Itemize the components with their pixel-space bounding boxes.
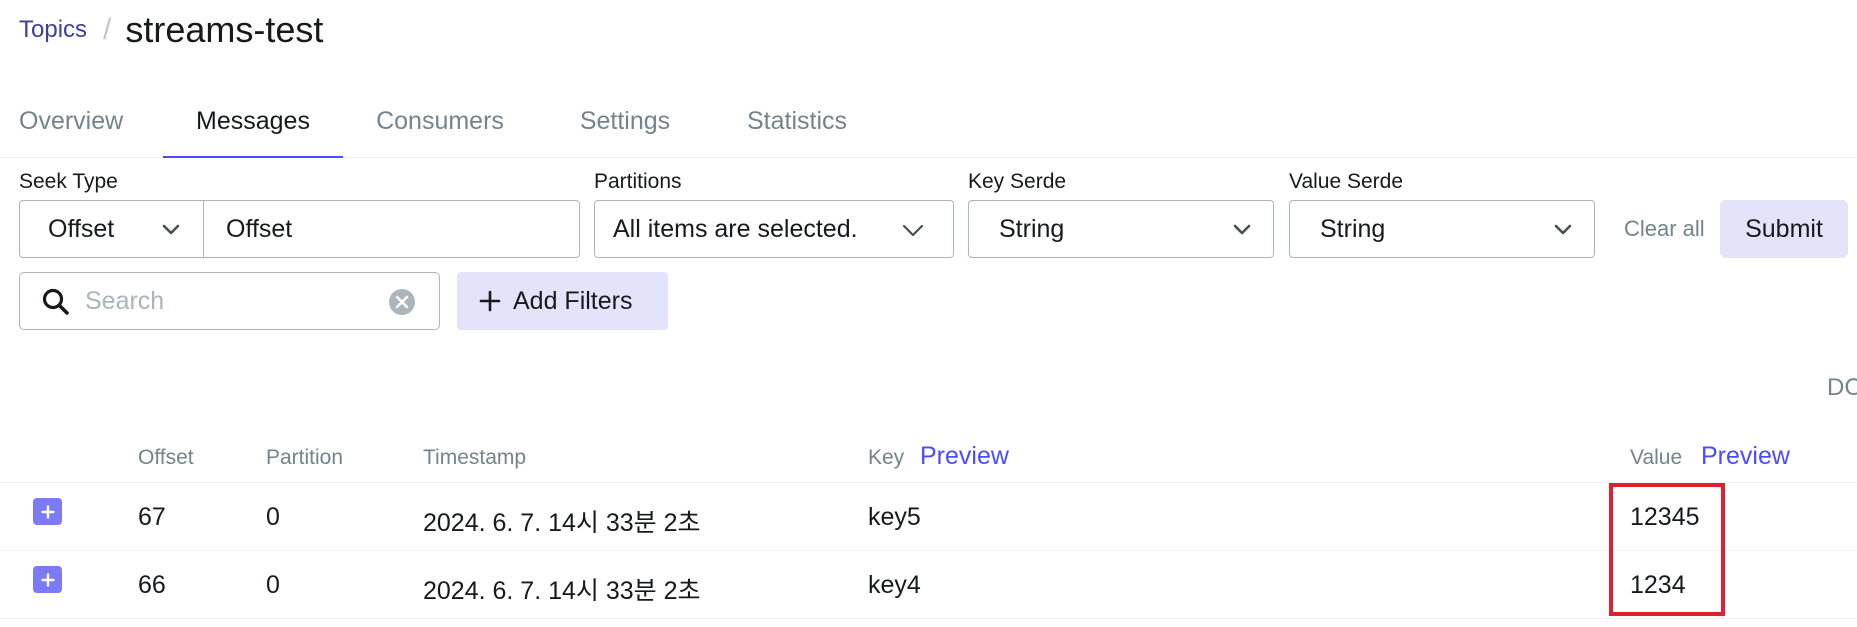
submit-button[interactable]: Submit <box>1720 200 1848 258</box>
table-divider <box>0 482 1857 483</box>
column-header-timestamp: Timestamp <box>423 446 527 469</box>
chevron-down-icon <box>901 224 924 237</box>
value-serde-value: String <box>1320 214 1386 243</box>
value-column-highlight <box>1609 483 1725 616</box>
tab-settings[interactable]: Settings <box>560 96 690 158</box>
offset-input-value: Offset <box>226 214 293 243</box>
breadcrumb-topics-link[interactable]: Topics <box>19 16 87 44</box>
search-icon <box>41 287 71 324</box>
cell-timestamp: 2024. 6. 7. 14시 33분 2초 <box>423 577 701 605</box>
value-serde-select[interactable]: String <box>1289 200 1595 258</box>
expand-row-button[interactable] <box>33 498 62 525</box>
cell-offset: 66 <box>138 571 166 599</box>
column-header-key: Key <box>868 446 905 469</box>
tab-overview[interactable]: Overview <box>0 96 152 158</box>
key-preview-link[interactable]: Preview <box>920 442 1009 471</box>
partitions-value: All items are selected. <box>613 214 858 243</box>
search-input[interactable]: Search <box>19 272 440 330</box>
search-placeholder: Search <box>85 286 165 315</box>
plus-icon <box>40 572 55 587</box>
key-serde-value: String <box>999 214 1065 243</box>
plus-icon <box>40 504 55 519</box>
breadcrumb-separator: / <box>103 13 112 46</box>
key-serde-label: Key Serde <box>968 170 1067 193</box>
column-header-value: Value <box>1630 446 1683 469</box>
cell-timestamp: 2024. 6. 7. 14시 33분 2초 <box>423 509 701 537</box>
seek-type-value: Offset <box>48 214 115 243</box>
chevron-down-icon <box>1553 224 1573 236</box>
clear-all-button[interactable]: Clear all <box>1624 216 1705 242</box>
cell-key: key4 <box>868 571 921 599</box>
chevron-down-icon <box>161 224 181 236</box>
plus-icon <box>479 290 501 312</box>
chevron-down-icon <box>1232 224 1252 236</box>
add-filters-label: Add Filters <box>513 286 633 315</box>
expand-row-button[interactable] <box>33 566 62 593</box>
sort-order-indicator[interactable]: DC <box>1827 374 1857 402</box>
cell-partition: 0 <box>266 503 280 531</box>
partitions-select[interactable]: All items are selected. <box>594 200 954 258</box>
seek-type-select[interactable]: Offset <box>19 200 204 258</box>
value-preview-link[interactable]: Preview <box>1701 442 1790 471</box>
cell-partition: 0 <box>266 571 280 599</box>
breadcrumb: Topics / streams-test <box>19 9 324 50</box>
tab-bar: Overview Messages Consumers Settings Sta… <box>0 96 1857 158</box>
partitions-label: Partitions <box>594 170 682 193</box>
offset-input[interactable]: Offset <box>203 200 580 258</box>
row-divider <box>0 550 1857 551</box>
tab-messages[interactable]: Messages <box>163 96 343 158</box>
column-header-offset: Offset <box>138 446 194 469</box>
row-divider <box>0 618 1857 619</box>
cell-offset: 67 <box>138 503 166 531</box>
tab-statistics[interactable]: Statistics <box>730 96 864 158</box>
tab-consumers[interactable]: Consumers <box>360 96 520 158</box>
key-serde-select[interactable]: String <box>968 200 1274 258</box>
seek-type-label: Seek Type <box>19 170 118 193</box>
add-filters-button[interactable]: Add Filters <box>457 272 668 330</box>
column-header-partition: Partition <box>266 446 344 469</box>
clear-search-icon[interactable] <box>388 288 416 323</box>
value-serde-label: Value Serde <box>1289 170 1404 193</box>
page-title: streams-test <box>125 9 324 50</box>
cell-key: key5 <box>868 503 921 531</box>
